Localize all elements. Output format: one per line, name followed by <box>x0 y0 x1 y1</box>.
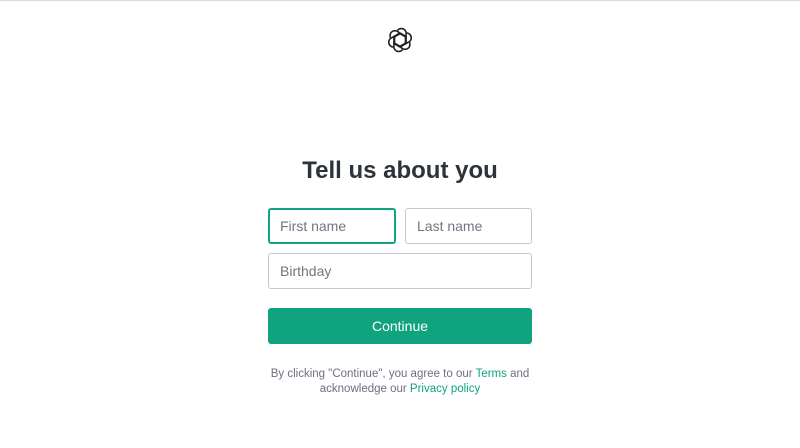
terms-link[interactable]: Terms <box>476 368 507 380</box>
privacy-policy-link[interactable]: Privacy policy <box>410 383 480 395</box>
first-name-input[interactable] <box>268 208 396 244</box>
openai-logo-icon <box>386 26 414 54</box>
legal-notice: By clicking "Continue", you agree to our… <box>250 367 550 397</box>
continue-button[interactable]: Continue <box>268 308 532 344</box>
top-divider <box>0 0 800 1</box>
page-title: Tell us about you <box>302 157 498 184</box>
birthday-input[interactable] <box>268 253 532 289</box>
last-name-input[interactable] <box>405 208 532 244</box>
legal-text-prefix: By clicking "Continue", you agree to our <box>270 368 473 380</box>
